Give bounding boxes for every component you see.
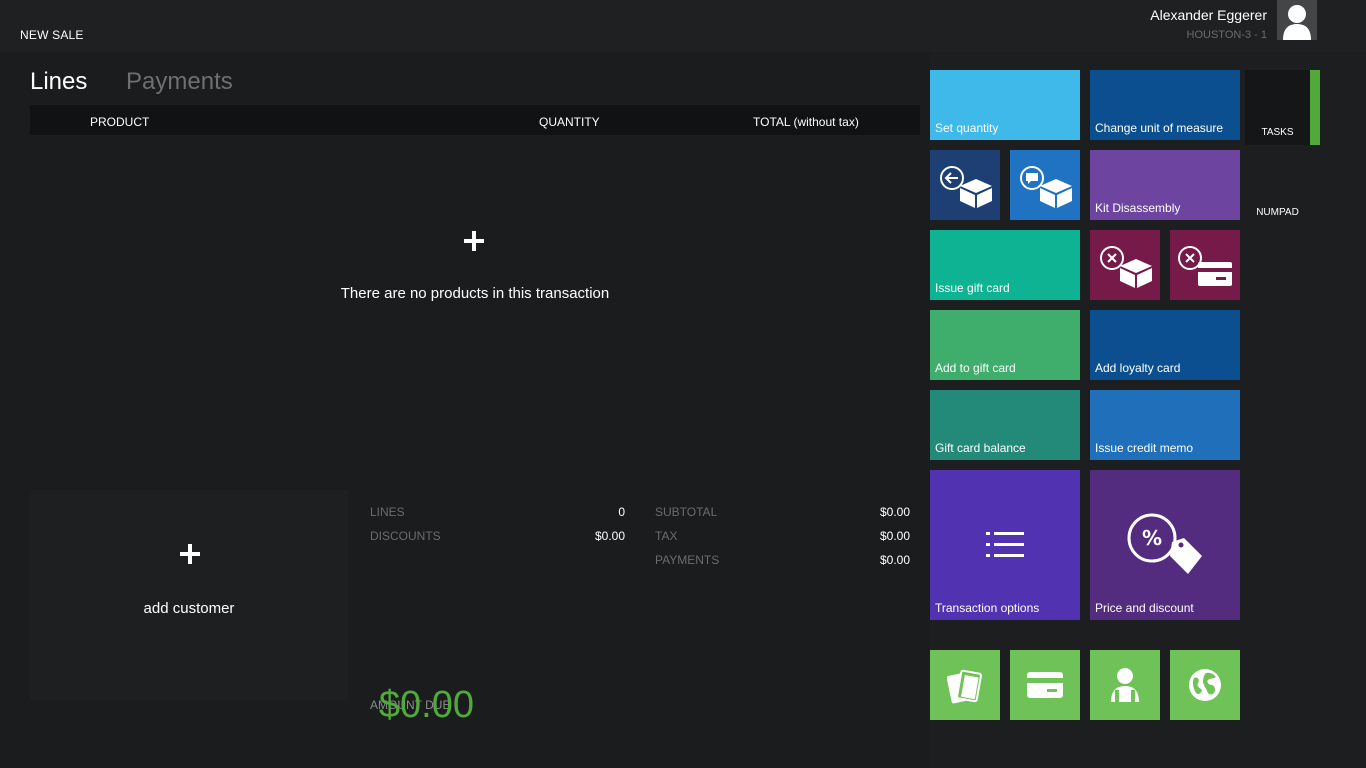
payments-value: $0.00	[879, 553, 910, 567]
product-comment-tile[interactable]	[1010, 150, 1080, 220]
tax-value: $0.00	[879, 529, 910, 543]
tasks-label: TASKS	[1261, 127, 1294, 138]
void-payment-icon	[1178, 246, 1232, 286]
gift-card-balance-tile[interactable]: Gift card balance	[930, 390, 1080, 460]
svg-text:%: %	[1142, 526, 1162, 550]
globe-icon	[1189, 669, 1221, 701]
percent-tag-icon: %	[1127, 513, 1202, 574]
void-product-tile[interactable]	[1090, 230, 1160, 300]
add-loyalty-card-label: Add loyalty card	[1095, 361, 1181, 375]
lines-count-value: 0	[618, 505, 625, 519]
column-quantity[interactable]: QUANTITY	[539, 115, 600, 129]
issue-gift-card-tile[interactable]: Issue gift card	[930, 230, 1080, 300]
register-label: HOUSTON-3 - 1	[1186, 29, 1267, 41]
lines-empty-state: There are no products in this transactio…	[30, 135, 920, 455]
lines-grid-header: PRODUCT QUANTITY TOTAL (without tax)	[30, 105, 920, 135]
add-customer-label[interactable]: add customer	[30, 600, 348, 617]
subtotal-row: SUBTOTAL $0.00	[655, 505, 910, 521]
return-product-tile[interactable]	[930, 150, 1000, 220]
top-bar: NEW SALE Alexander Eggerer HOUSTON-3 - 1	[0, 0, 1366, 52]
price-and-discount-label: Price and discount	[1095, 601, 1194, 615]
plus-icon[interactable]	[180, 544, 200, 564]
subtotal-label: SUBTOTAL	[655, 505, 718, 519]
add-to-gift-card-tile[interactable]: Add to gift card	[930, 310, 1080, 380]
tax-row: TAX $0.00	[655, 529, 910, 545]
user-avatar[interactable]	[1277, 0, 1317, 40]
page-title: NEW SALE	[20, 28, 84, 42]
kit-disassembly-label: Kit Disassembly	[1095, 201, 1181, 215]
product-comment-icon	[1020, 166, 1072, 208]
add-customer-panel[interactable]: add customer	[30, 490, 348, 700]
tasks-button[interactable]: TASKS	[1245, 70, 1310, 145]
price-and-discount-tile[interactable]: % Price and discount	[1090, 470, 1240, 620]
pay-customer-account-tile[interactable]	[1090, 650, 1160, 720]
return-product-icon	[940, 166, 992, 208]
set-quantity-label: Set quantity	[935, 121, 999, 135]
amount-due-value: $0.00	[378, 684, 474, 726]
credit-card-icon	[1027, 672, 1063, 698]
tab-lines[interactable]: Lines	[30, 68, 87, 96]
void-payment-tile[interactable]	[1170, 230, 1240, 300]
subtotal-value: $0.00	[879, 505, 910, 519]
column-total[interactable]: TOTAL (without tax)	[753, 115, 859, 129]
lines-count-label: LINES	[370, 505, 405, 519]
kit-disassembly-tile[interactable]: Kit Disassembly	[1090, 150, 1240, 220]
payments-label: PAYMENTS	[655, 553, 720, 567]
lines-count-row: LINES 0	[370, 505, 625, 521]
transaction-panel: Lines Payments PRODUCT QUANTITY TOTAL (w…	[0, 52, 930, 768]
pay-card-tile[interactable]	[1010, 650, 1080, 720]
discounts-row: DISCOUNTS $0.00	[370, 529, 625, 545]
add-to-gift-card-label: Add to gift card	[935, 361, 1016, 375]
payments-row: PAYMENTS $0.00	[655, 553, 910, 569]
add-loyalty-card-tile[interactable]: Add loyalty card	[1090, 310, 1240, 380]
discounts-value: $0.00	[594, 529, 625, 543]
issue-credit-memo-label: Issue credit memo	[1095, 441, 1194, 455]
tax-label: TAX	[655, 529, 678, 543]
transaction-tabs: Lines Payments	[30, 68, 265, 96]
change-uom-label: Change unit of measure	[1095, 121, 1224, 135]
pay-cash-tile[interactable]	[930, 650, 1000, 720]
set-quantity-tile[interactable]: Set quantity	[930, 70, 1080, 140]
list-icon	[986, 532, 1024, 557]
tasks-accent-bar	[1310, 70, 1320, 145]
numpad-button[interactable]: NUMPAD	[1245, 207, 1310, 218]
column-product[interactable]: PRODUCT	[90, 115, 149, 129]
gift-card-balance-label: Gift card balance	[935, 441, 1026, 455]
cash-icon	[947, 669, 982, 704]
issue-gift-card-label: Issue gift card	[935, 281, 1010, 295]
transaction-options-tile[interactable]: Transaction options	[930, 470, 1080, 620]
user-name[interactable]: Alexander Eggerer	[1150, 7, 1267, 23]
empty-message: There are no products in this transactio…	[340, 285, 610, 302]
tab-payments[interactable]: Payments	[126, 68, 233, 96]
pay-currency-tile[interactable]	[1170, 650, 1240, 720]
discounts-label: DISCOUNTS	[370, 529, 441, 543]
change-unit-of-measure-tile[interactable]: Change unit of measure	[1090, 70, 1240, 140]
plus-icon[interactable]	[464, 231, 484, 251]
customer-account-icon	[1111, 668, 1139, 702]
issue-credit-memo-tile[interactable]: Issue credit memo	[1090, 390, 1240, 460]
transaction-options-label: Transaction options	[935, 601, 1040, 615]
user-silhouette-icon	[1283, 5, 1311, 40]
void-product-icon	[1100, 246, 1152, 288]
